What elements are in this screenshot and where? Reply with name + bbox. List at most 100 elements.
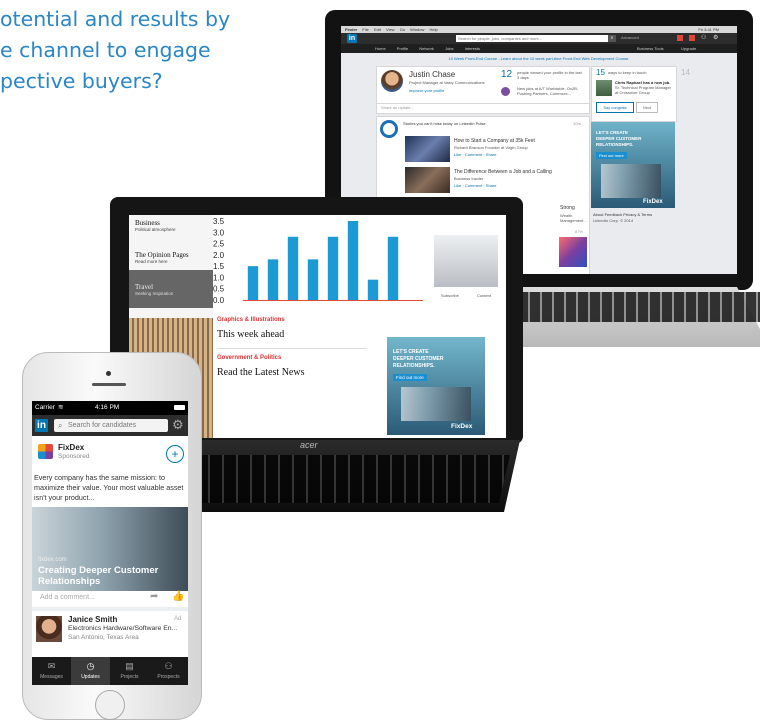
settings-icon[interactable]: ⚙ (713, 34, 718, 41)
search-icon[interactable]: ⌕ (608, 35, 616, 42)
contact-photo[interactable] (596, 80, 612, 96)
section-opinion[interactable]: The Opinion Pages (135, 251, 189, 259)
next-button[interactable]: Next (636, 102, 658, 113)
flag-icon[interactable] (677, 35, 683, 41)
tab-prospects[interactable]: ⚇ Prospects (149, 657, 188, 685)
search-placeholder: Search for candidates (68, 422, 137, 429)
article-kicker-2[interactable]: Government & Politics (217, 355, 281, 361)
notification-icon[interactable] (689, 35, 695, 41)
story-title[interactable]: The Difference Between a Job and a Calli… (454, 169, 552, 175)
jobs-text[interactable]: New jobs at A/T Worldwide, Ox2B, Pushing… (517, 86, 585, 96)
sponsored-label: Sponsored (58, 453, 90, 460)
share-update-box[interactable]: Share an update... (376, 103, 590, 114)
ad-cta-button[interactable]: Find out more (393, 374, 427, 381)
nav-jobs[interactable]: Jobs (445, 46, 453, 51)
home-button[interactable] (95, 690, 125, 720)
article-headline-1[interactable]: This week ahead (217, 329, 284, 340)
os-menu-file[interactable]: File (362, 27, 368, 32)
os-menubar: Finder File Edit View Go Window Help Fri… (341, 26, 737, 33)
sidebar-ad[interactable]: LET'S CREATE DEEPER CUSTOMER RELATIONSHI… (387, 337, 485, 435)
ad-headline-1: LET'S CREATE (596, 130, 628, 135)
linkedin-logo[interactable]: in (35, 419, 48, 432)
sponsor-logo[interactable] (38, 444, 53, 459)
person-location: San Antonio, Texas Area (68, 634, 139, 641)
sidebar-ad[interactable]: LET'S CREATE DEEPER CUSTOMER RELATIONSHI… (591, 122, 675, 208)
section-business-sub: Political atmosphere (135, 227, 176, 232)
copyright: LinkedIn Corp. © 2014 (593, 218, 634, 223)
tab-label: Prospects (157, 674, 180, 680)
tab-messages[interactable]: ✉ Messages (32, 657, 71, 685)
os-menu-edit[interactable]: Edit (374, 27, 381, 32)
settings-icon[interactable]: ⚙ (172, 417, 184, 433)
status-bar: Carrier ≋ 4:16 PM (32, 401, 188, 415)
nav-business-tools[interactable]: Business Tools (637, 44, 664, 53)
os-menu-view[interactable]: View (386, 27, 395, 32)
views-count[interactable]: 12 (501, 69, 512, 80)
section-travel[interactable]: Travel (135, 283, 153, 291)
nav-profile[interactable]: Profile (397, 46, 408, 51)
clock: 4:16 PM (95, 404, 120, 411)
photo-caption-subscribe: Subscribe (441, 293, 459, 298)
pulse-time: 10m (573, 121, 581, 126)
ad-brand: FixDex (451, 423, 473, 430)
battery-icon (174, 405, 185, 410)
keep-in-touch-count: 15 (596, 68, 605, 77)
jobs-icon (501, 87, 510, 96)
story-thumbnail[interactable] (405, 136, 450, 162)
avatar[interactable] (381, 70, 403, 92)
os-menu-help[interactable]: Help (430, 27, 438, 32)
os-menu-finder[interactable]: Finder (345, 27, 357, 32)
sponsor-name[interactable]: FixDex (58, 443, 84, 452)
front-camera (106, 371, 111, 376)
article-headline-2[interactable]: Read the Latest News (217, 367, 304, 378)
pulse-intro[interactable]: Stories you can't miss today on LinkedIn… (403, 121, 486, 126)
os-menu-window[interactable]: Window (410, 27, 424, 32)
photo-tile[interactable] (434, 235, 498, 287)
story-author: Business Insider (454, 176, 484, 181)
person-photo[interactable] (36, 616, 62, 642)
search-input[interactable]: ⌕ Search for candidates (54, 419, 168, 432)
post-image[interactable]: fixdex.com Creating Deeper Customer Rela… (32, 507, 188, 591)
say-congrats-button[interactable]: Say congrats (596, 102, 634, 113)
story-thumbnail[interactable] (405, 167, 450, 193)
advanced-link[interactable]: Advanced (621, 35, 639, 40)
footer-links[interactable]: About Feedback Privacy & Terms (593, 212, 652, 217)
share-icon[interactable]: ➦ (150, 591, 158, 602)
story-actions[interactable]: Like · Comment · Share (454, 152, 496, 157)
improve-profile-link[interactable]: Improve your profile (409, 88, 444, 93)
nav-home[interactable]: Home (375, 46, 386, 51)
headline-line-1: otential and results by (0, 7, 231, 31)
nav-upgrade[interactable]: Upgrade (681, 44, 696, 53)
tab-label: Messages (40, 674, 63, 680)
search-icon: ⌕ (58, 421, 63, 430)
tab-updates[interactable]: ◷ Updates (71, 657, 110, 685)
search-input[interactable]: Search for people, jobs, companies and m… (456, 35, 608, 42)
ad-banner[interactable]: 10 Week Front-End Course - Learn about t… (341, 55, 737, 63)
nav-interests[interactable]: Interests (465, 46, 480, 51)
profile-card: Justin Chase Project Manager at Vasty Co… (376, 66, 590, 104)
section-business[interactable]: Business (135, 219, 160, 227)
linkedin-nav: Home Profile Network Jobs Interests Busi… (341, 44, 737, 53)
chart-bar (267, 259, 279, 300)
follow-button[interactable]: + (166, 445, 184, 463)
comment-input[interactable]: Add a comment... (40, 594, 95, 601)
y-tick-label: 3.0 (213, 228, 225, 237)
os-menu-go[interactable]: Go (400, 27, 405, 32)
add-connection-icon[interactable]: ⚇ (701, 34, 706, 41)
profile-name[interactable]: Justin Chase (409, 70, 455, 79)
like-icon[interactable]: 👍 (172, 591, 184, 602)
person-name[interactable]: Janice Smith (68, 615, 117, 624)
linkedin-logo[interactable]: in (347, 34, 357, 43)
nav-network[interactable]: Network (419, 46, 434, 51)
iphone-screen: Carrier ≋ 4:16 PM in ⌕ Search for candid… (32, 401, 188, 685)
side-number: 14 (681, 68, 690, 77)
tab-projects[interactable]: ▤ Projects (110, 657, 149, 685)
ad-cta-button[interactable]: Find out more (596, 152, 627, 159)
chart-bar (387, 236, 399, 300)
story-title[interactable]: How to Start a Company at 35k Feet (454, 138, 535, 144)
share-update-placeholder: Share an update... (381, 105, 414, 110)
story-title-fragment[interactable]: Strong (560, 205, 575, 211)
story-actions[interactable]: Like · Comment · Share (454, 183, 496, 188)
wifi-icon: ≋ (58, 404, 64, 411)
article-kicker-1[interactable]: Graphics & Illustrations (217, 317, 285, 323)
